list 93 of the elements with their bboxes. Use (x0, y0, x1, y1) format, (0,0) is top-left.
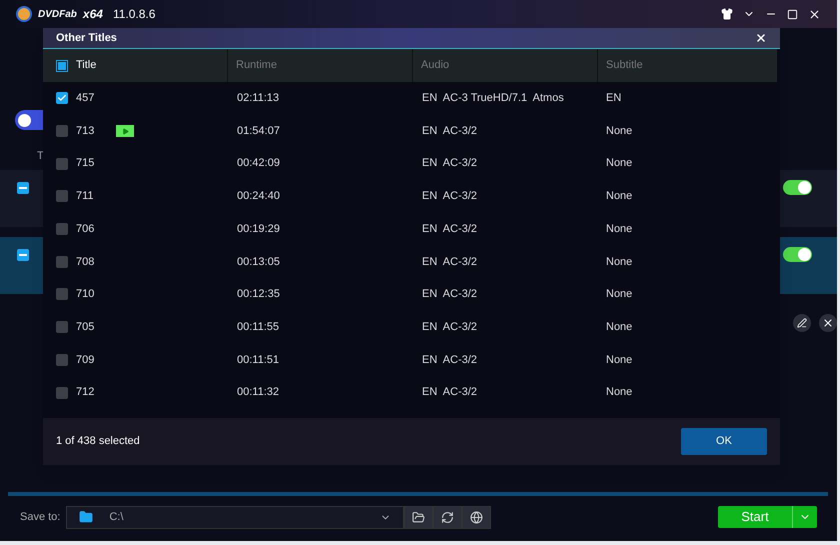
title-number: 457 (76, 91, 94, 106)
runtime-cell-text: 00:13:05 (236, 254, 281, 270)
select-all-checkbox[interactable] (56, 60, 68, 72)
folder-icon (79, 510, 94, 524)
row-checkbox[interactable] (56, 256, 68, 268)
selection-status: 1 of 438 selected (56, 434, 141, 450)
audio-cell-text: EN AC-3/2 (421, 124, 478, 139)
runtime-cell-text: 00:19:29 (236, 222, 281, 237)
minus-checkbox-icon[interactable] (17, 249, 29, 261)
row-checkbox[interactable] (56, 125, 68, 138)
list-header: T (37, 149, 44, 164)
ok-button[interactable]: OK (681, 428, 767, 455)
row-checkbox[interactable] (56, 288, 68, 300)
runtime-cell-text: 00:24:40 (236, 189, 281, 204)
row-checkbox[interactable] (56, 354, 68, 366)
close-icon[interactable] (755, 32, 767, 44)
column-header[interactable]: Audio (413, 49, 598, 82)
runtime-cell-text: 00:11:51 (236, 352, 280, 368)
dialog-title: Other Titles (56, 30, 118, 46)
title-number: 705 (76, 320, 94, 335)
title-row[interactable]: 705 00:11:55 EN AC-3/2 None (43, 310, 780, 344)
subtitle-cell-text: None (605, 352, 634, 368)
title-row[interactable]: 710 00:12:35 EN AC-3/2 None (43, 278, 780, 311)
column-header[interactable]: Subtitle (598, 49, 777, 82)
title-number: 711 (76, 189, 94, 204)
app-version: 11.0.8.6 (112, 6, 156, 23)
toggle-switch[interactable] (783, 180, 812, 195)
refresh-icon (441, 510, 454, 524)
web-button[interactable] (462, 506, 492, 528)
title-row[interactable]: 711 00:24:40 EN AC-3/2 None (43, 180, 780, 213)
row-checkbox[interactable] (56, 386, 68, 399)
maximize-icon[interactable] (787, 8, 798, 20)
app-arch: x64 (82, 6, 103, 23)
row-checkbox[interactable] (56, 158, 68, 170)
subtitle-cell-text: None (605, 287, 634, 302)
remove-icon[interactable] (819, 314, 837, 332)
audio-cell-text: EN AC-3/2 (421, 189, 478, 204)
toggle-switch[interactable] (783, 247, 812, 262)
subtitle-cell-text: None (605, 222, 634, 237)
audio-cell-text: EN AC-3/2 (421, 156, 478, 172)
app-brand: DVDFab (38, 8, 77, 22)
edit-icon[interactable] (793, 314, 811, 332)
subtitle-cell-text: None (605, 320, 634, 335)
title-number: 713 (76, 124, 94, 139)
audio-cell-text: EN AC-3/2 (421, 254, 478, 270)
title-number: 709 (76, 352, 94, 368)
subtitle-cell-text: None (605, 385, 634, 400)
play-preview-icon[interactable] (116, 125, 134, 138)
row-checkbox[interactable] (56, 92, 68, 104)
title-number: 715 (76, 156, 94, 172)
audio-cell-text: EN AC-3 TrueHD/7.1 Atmos (421, 91, 565, 106)
title-row[interactable]: 709 00:11:51 EN AC-3/2 None (43, 344, 780, 376)
audio-cell-text: EN AC-3/2 (421, 352, 478, 368)
runtime-cell-text: 00:11:32 (236, 385, 280, 400)
runtime-cell-text: 02:11:13 (236, 91, 280, 106)
title-row[interactable]: 708 00:13:05 EN AC-3/2 None (43, 245, 780, 278)
row-checkbox[interactable] (56, 321, 68, 334)
runtime-cell-text: 00:42:09 (236, 156, 281, 172)
browse-button[interactable] (404, 506, 434, 528)
save-label: Save to: (20, 510, 60, 525)
title-number: 708 (76, 254, 94, 270)
subtitle-cell-text: None (605, 156, 634, 172)
globe-icon (470, 510, 484, 524)
subtitle-cell-text: None (605, 124, 634, 139)
runtime-cell-text: 00:11:55 (236, 320, 280, 335)
audio-cell-text: EN AC-3/2 (421, 385, 478, 400)
title-row[interactable]: 713 01:54:07 EN AC-3/2 None (43, 114, 780, 148)
title-row[interactable]: 457 02:11:13 EN AC-3 TrueHD/7.1 Atmos EN (43, 82, 780, 115)
refresh-button[interactable] (433, 506, 462, 528)
title-row[interactable]: 706 00:19:29 EN AC-3/2 None (43, 212, 780, 246)
logo-icon (16, 6, 32, 22)
audio-cell-text: EN AC-3/2 (421, 320, 478, 335)
row-checkbox[interactable] (56, 223, 68, 236)
audio-cell-text: EN AC-3/2 (421, 287, 478, 302)
audio-cell-text: EN AC-3/2 (421, 222, 478, 237)
subtitle-cell-text: None (605, 254, 634, 270)
row-checkbox[interactable] (56, 190, 68, 202)
title-row[interactable]: 712 00:11:32 EN AC-3/2 None (43, 376, 780, 409)
runtime-cell-text: 01:54:07 (236, 124, 281, 139)
start-menu-button[interactable] (792, 506, 817, 528)
folder-icon (412, 510, 426, 524)
column-header[interactable]: Title (43, 49, 228, 82)
column-header[interactable]: Runtime (228, 49, 413, 82)
title-number: 710 (76, 287, 94, 302)
subtitle-cell-text: EN (605, 91, 622, 106)
title-row[interactable]: 715 00:42:09 EN AC-3/2 None (43, 147, 780, 180)
save-path-field[interactable]: C:\ (66, 506, 404, 528)
runtime-cell-text: 00:12:35 (236, 287, 281, 302)
title-number: 712 (76, 385, 94, 400)
title-number: 706 (76, 222, 94, 237)
subtitle-cell-text: None (605, 189, 634, 204)
minus-checkbox-icon[interactable] (17, 182, 29, 194)
close-icon[interactable] (808, 8, 821, 20)
